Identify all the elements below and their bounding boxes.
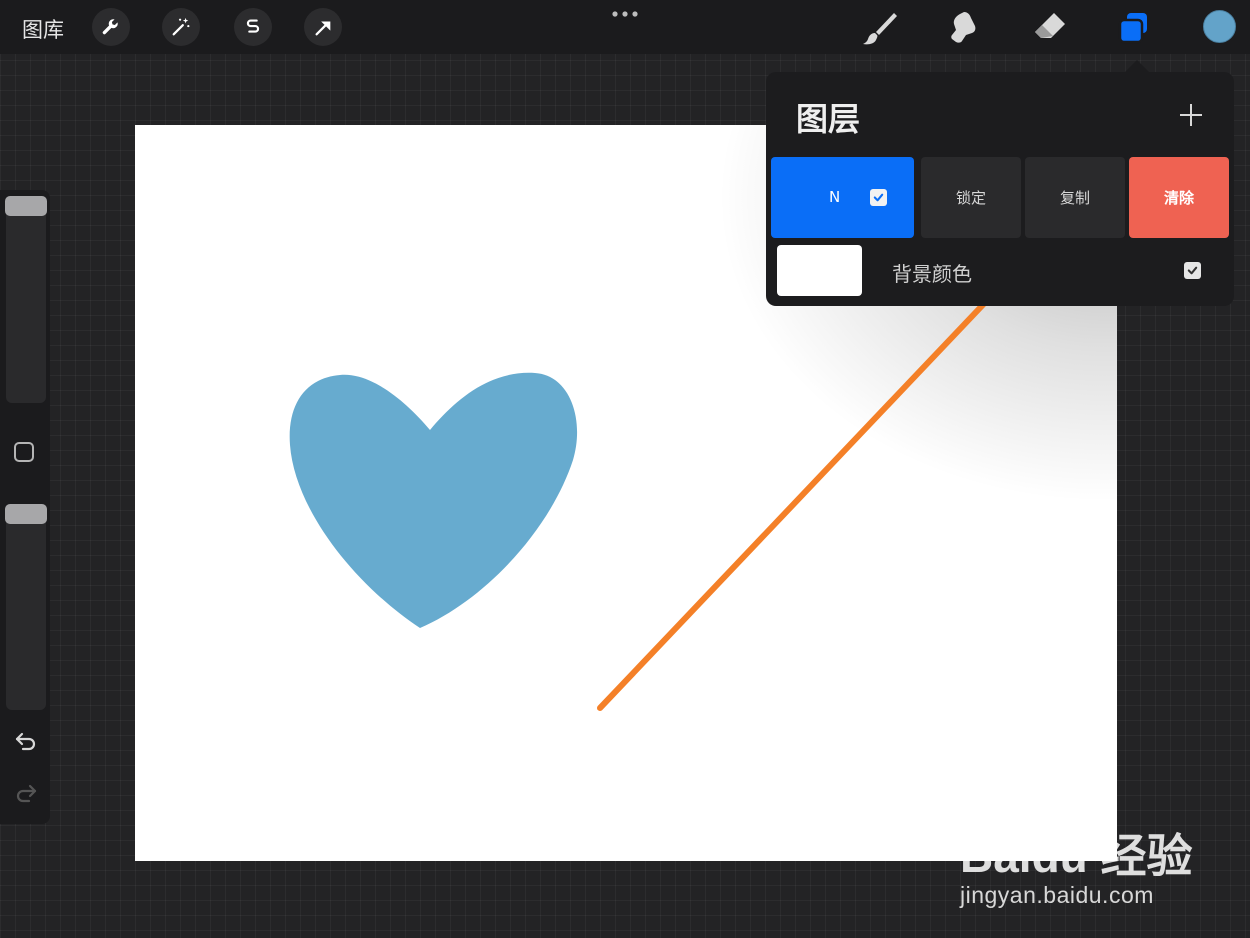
eraser-icon[interactable] (1030, 8, 1070, 48)
transform-arrow-icon[interactable] (304, 8, 342, 46)
layers-panel: 图层 N 锁定 复制 清除 背景颜色 (766, 72, 1234, 306)
background-color-row[interactable]: 背景颜色 (766, 242, 1234, 302)
background-color-label: 背景颜色 (892, 262, 972, 286)
brush-size-thumb[interactable] (5, 196, 47, 216)
magic-wand-icon[interactable] (162, 8, 200, 46)
add-layer-icon[interactable] (1176, 100, 1206, 130)
baidu-watermark-logo: Baidu 经验 (960, 803, 1193, 880)
layer-item[interactable]: N (771, 157, 914, 238)
top-toolbar: 图库 (0, 0, 1250, 54)
watermark-logo-text: Baidu 经验 (960, 830, 1193, 880)
gallery-button[interactable]: 图库 (22, 14, 64, 44)
left-sidebar (0, 190, 50, 824)
layers-title: 图层 (796, 100, 861, 138)
layer-visibility-checkbox[interactable] (870, 189, 887, 206)
wrench-icon[interactable] (92, 8, 130, 46)
more-options-icon[interactable] (610, 4, 640, 24)
opacity-slider[interactable] (6, 506, 46, 710)
brush-size-slider[interactable] (6, 198, 46, 403)
checkmark-icon (873, 193, 884, 202)
layer-row: N 锁定 复制 清除 (771, 157, 1229, 238)
smudge-icon[interactable] (944, 8, 984, 48)
background-visibility-checkbox[interactable] (1184, 262, 1201, 279)
heart-shape (289, 372, 578, 628)
brush-icon[interactable] (860, 8, 900, 48)
duplicate-button[interactable]: 复制 (1025, 157, 1125, 238)
color-picker-button[interactable] (1203, 10, 1236, 43)
watermark-url: jingyan.baidu.com (960, 882, 1154, 908)
opacity-thumb[interactable] (5, 504, 47, 524)
undo-icon[interactable] (13, 728, 39, 754)
modify-button[interactable] (14, 442, 34, 462)
layers-icon[interactable] (1114, 8, 1154, 48)
checkmark-icon (1187, 266, 1198, 275)
lock-button[interactable]: 锁定 (921, 157, 1021, 238)
redo-icon[interactable] (13, 780, 39, 806)
selection-icon[interactable] (234, 8, 272, 46)
clear-button[interactable]: 清除 (1129, 157, 1229, 238)
background-color-swatch[interactable] (777, 245, 862, 296)
blend-mode-button[interactable]: N (829, 188, 840, 206)
